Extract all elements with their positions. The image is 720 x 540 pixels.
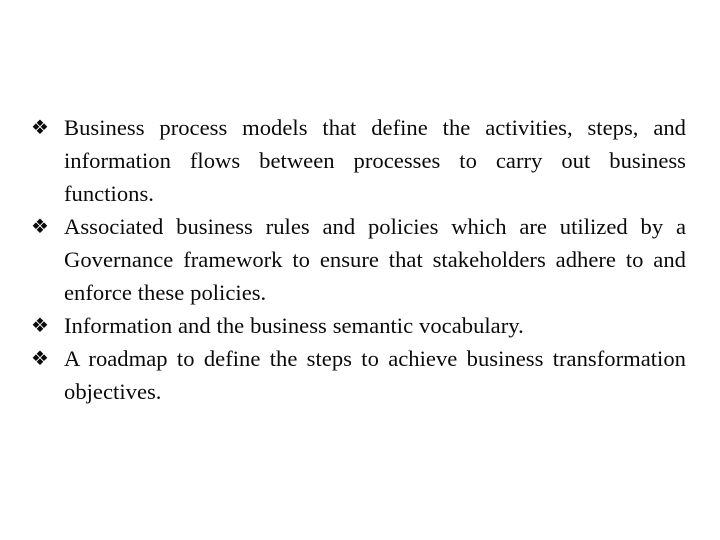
list-item: ❖ Information and the business semantic … <box>30 309 686 342</box>
lozenge-cluster-bullet-icon: ❖ <box>31 313 49 337</box>
list-item-text: Associated business rules and policies w… <box>64 214 686 305</box>
list-item: ❖ A roadmap to define the steps to achie… <box>30 342 686 408</box>
slide-canvas: ❖ Business process models that define th… <box>0 0 720 540</box>
lozenge-cluster-bullet-icon: ❖ <box>31 346 49 370</box>
bullet-list: ❖ Business process models that define th… <box>30 111 686 408</box>
list-item: ❖ Associated business rules and policies… <box>30 210 686 309</box>
list-item-text: Information and the business semantic vo… <box>64 313 524 338</box>
list-item: ❖ Business process models that define th… <box>30 111 686 210</box>
lozenge-cluster-bullet-icon: ❖ <box>31 115 49 139</box>
lozenge-cluster-bullet-icon: ❖ <box>31 214 49 238</box>
list-item-text: Business process models that define the … <box>64 115 686 206</box>
list-item-text: A roadmap to define the steps to achieve… <box>64 346 686 404</box>
